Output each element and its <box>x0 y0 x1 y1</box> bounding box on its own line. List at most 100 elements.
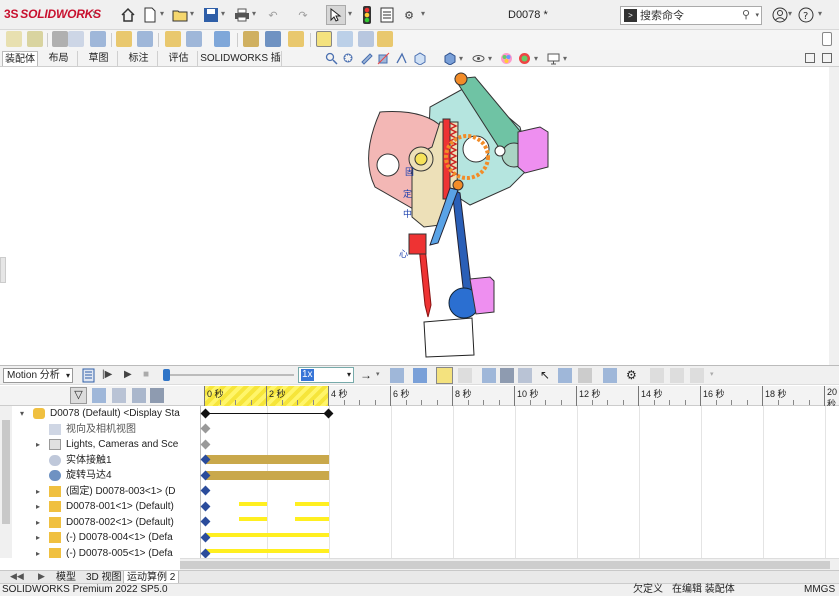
expand-arrow-icon[interactable]: ▸ <box>36 515 40 530</box>
part-001-key[interactable] <box>200 501 211 512</box>
update-speedpak-icon[interactable] <box>337 31 353 47</box>
playback-slider-thumb[interactable] <box>163 369 170 381</box>
user-dropdown-icon[interactable]: ▾ <box>788 9 792 18</box>
large-assembly-mode-icon[interactable] <box>377 31 393 47</box>
animation-wizard-icon[interactable] <box>413 368 427 383</box>
tab-sketch[interactable]: 草图 <box>80 51 118 66</box>
assembly-key-end[interactable] <box>323 408 334 419</box>
assembly-model[interactable]: 固 定 中 心 <box>0 67 839 365</box>
tree-scrollbar[interactable] <box>0 406 12 558</box>
tree-item-part-005[interactable]: ▸ (-) D0078-005<1> (Defa <box>0 546 200 558</box>
contact-bar[interactable] <box>205 455 329 464</box>
show-hidden-icon[interactable] <box>165 31 181 47</box>
part-002-bar-1[interactable] <box>239 517 267 521</box>
help-dropdown-icon[interactable]: ▾ <box>818 9 822 18</box>
gravity-icon[interactable] <box>578 368 592 383</box>
timeline-area[interactable] <box>200 406 839 559</box>
component-pattern-icon[interactable] <box>90 31 106 47</box>
display-style-dropdown-icon[interactable]: ▾ <box>459 54 463 63</box>
hide-show-dropdown-icon[interactable]: ▾ <box>488 54 492 63</box>
save-icon[interactable] <box>201 5 221 25</box>
search-dropdown-icon[interactable]: ▾ <box>755 11 759 19</box>
study-type-select[interactable]: Motion 分析 ▾ <box>3 368 73 383</box>
playback-mode-dropdown-icon[interactable]: ▾ <box>376 370 380 378</box>
view-orientation-icon[interactable] <box>413 52 426 65</box>
part-002-key[interactable] <box>200 516 211 527</box>
rebuild-traffic-light-icon[interactable] <box>357 5 377 25</box>
damper-icon[interactable] <box>518 368 532 383</box>
solidworks-logo[interactable]: 3S SOLIDWORKS <box>4 7 101 21</box>
tab-solidworks-addins[interactable]: SOLIDWORKS 插件 <box>200 51 282 79</box>
add-key-icon[interactable] <box>458 368 472 383</box>
edit-appearance-icon[interactable] <box>500 52 513 65</box>
move-component-icon[interactable] <box>137 31 153 47</box>
view-settings-icon[interactable] <box>547 52 560 65</box>
part-003-key[interactable] <box>200 485 211 496</box>
first-tab-arrow-icon[interactable]: ◀◀ <box>10 571 24 582</box>
open-dropdown-icon[interactable]: ▾ <box>190 9 194 18</box>
export-icon[interactable] <box>670 368 684 383</box>
tree-item-rotary-motor[interactable]: 旋转马达4 <box>0 468 200 484</box>
restore-pane-icon[interactable] <box>805 53 815 63</box>
exploded-view-icon[interactable] <box>288 31 304 47</box>
smart-fasteners-icon[interactable] <box>116 31 132 47</box>
open-folder-icon[interactable] <box>170 5 190 25</box>
part-001-bar-2[interactable] <box>295 502 329 506</box>
expand-arrow-icon[interactable]: ▸ <box>36 484 40 499</box>
timeline-scrollbar-thumb[interactable] <box>180 561 830 569</box>
new-motion-study-icon[interactable] <box>243 31 259 47</box>
help-icon[interactable]: ? <box>796 5 816 25</box>
filter-selected-icon[interactable] <box>112 388 126 403</box>
view-settings-dropdown-icon[interactable]: ▾ <box>563 54 567 63</box>
playback-speed-select[interactable]: 1x ▾ <box>298 367 354 383</box>
flyout-arrow-icon[interactable]: › <box>92 6 96 20</box>
mate-icon[interactable] <box>27 31 43 47</box>
assembly-features-icon[interactable] <box>186 31 202 47</box>
home-icon[interactable] <box>118 5 138 25</box>
search-input[interactable] <box>640 8 740 23</box>
autokey-icon[interactable] <box>436 367 453 384</box>
playback-slider-track[interactable] <box>166 374 294 376</box>
tree-item-contact[interactable]: 实体接触1 <box>0 453 200 469</box>
motor-icon[interactable] <box>482 368 496 383</box>
play-from-start-icon[interactable]: |▶ <box>102 369 112 380</box>
playback-mode-icon[interactable]: → <box>360 368 372 382</box>
motor-bar[interactable] <box>205 471 329 480</box>
part-005-bar[interactable] <box>205 549 329 553</box>
tab-evaluate[interactable]: 评估 <box>160 51 198 66</box>
motion-options-dropdown-icon[interactable]: ▾ <box>710 370 714 378</box>
tree-item-lights[interactable]: ▸ Lights, Cameras and Sce <box>0 437 200 453</box>
apply-scene-icon[interactable] <box>518 52 531 65</box>
part-001-bar-1[interactable] <box>239 502 267 506</box>
expand-arrow-icon[interactable]: ▸ <box>36 530 40 545</box>
search-icon[interactable]: ⚲ <box>742 8 750 21</box>
tree-item-part-003[interactable]: ▸ (固定) D0078-003<1> (D <box>0 484 200 500</box>
contact-icon[interactable] <box>558 368 572 383</box>
graphics-area[interactable]: 固 定 中 心 <box>0 67 839 365</box>
timeline-horizontal-scrollbar[interactable] <box>180 558 839 570</box>
new-document-icon[interactable] <box>140 5 160 25</box>
expand-arrow-icon[interactable]: ▾ <box>20 406 24 421</box>
filter-results-icon[interactable] <box>132 388 146 403</box>
view-camera-key[interactable] <box>200 423 211 434</box>
spring-icon[interactable] <box>500 368 514 383</box>
paperclip-icon[interactable] <box>52 31 68 47</box>
print-icon[interactable] <box>232 5 252 25</box>
task-pane-strip[interactable] <box>829 67 839 365</box>
undo-icon[interactable]: ↶ <box>263 5 283 25</box>
filter-animated-icon[interactable]: ▽ <box>70 387 87 404</box>
document-icon[interactable] <box>68 31 84 47</box>
lights-key[interactable] <box>200 439 211 450</box>
part-002-bar-2[interactable] <box>295 517 329 521</box>
instant3d-icon[interactable] <box>316 31 332 47</box>
timeline-ruler[interactable]: 0 秒 2 秒 4 秒 6 秒 8 秒 10 秒 12 秒 14 秒 16 秒 … <box>200 386 839 409</box>
search-command-box[interactable]: > ⚲ ▾ <box>620 6 762 25</box>
expand-arrow-icon[interactable]: ▸ <box>36 437 40 452</box>
bill-of-materials-icon[interactable] <box>265 31 281 47</box>
select-dropdown-icon[interactable]: ▾ <box>348 9 352 18</box>
unit-system[interactable]: MMGS <box>804 584 835 596</box>
scene-dropdown-icon[interactable]: ▾ <box>534 54 538 63</box>
zoom-timeline-icon[interactable] <box>150 388 164 403</box>
zoom-to-area-icon[interactable] <box>342 52 355 65</box>
expand-arrow-icon[interactable]: ▸ <box>36 499 40 514</box>
